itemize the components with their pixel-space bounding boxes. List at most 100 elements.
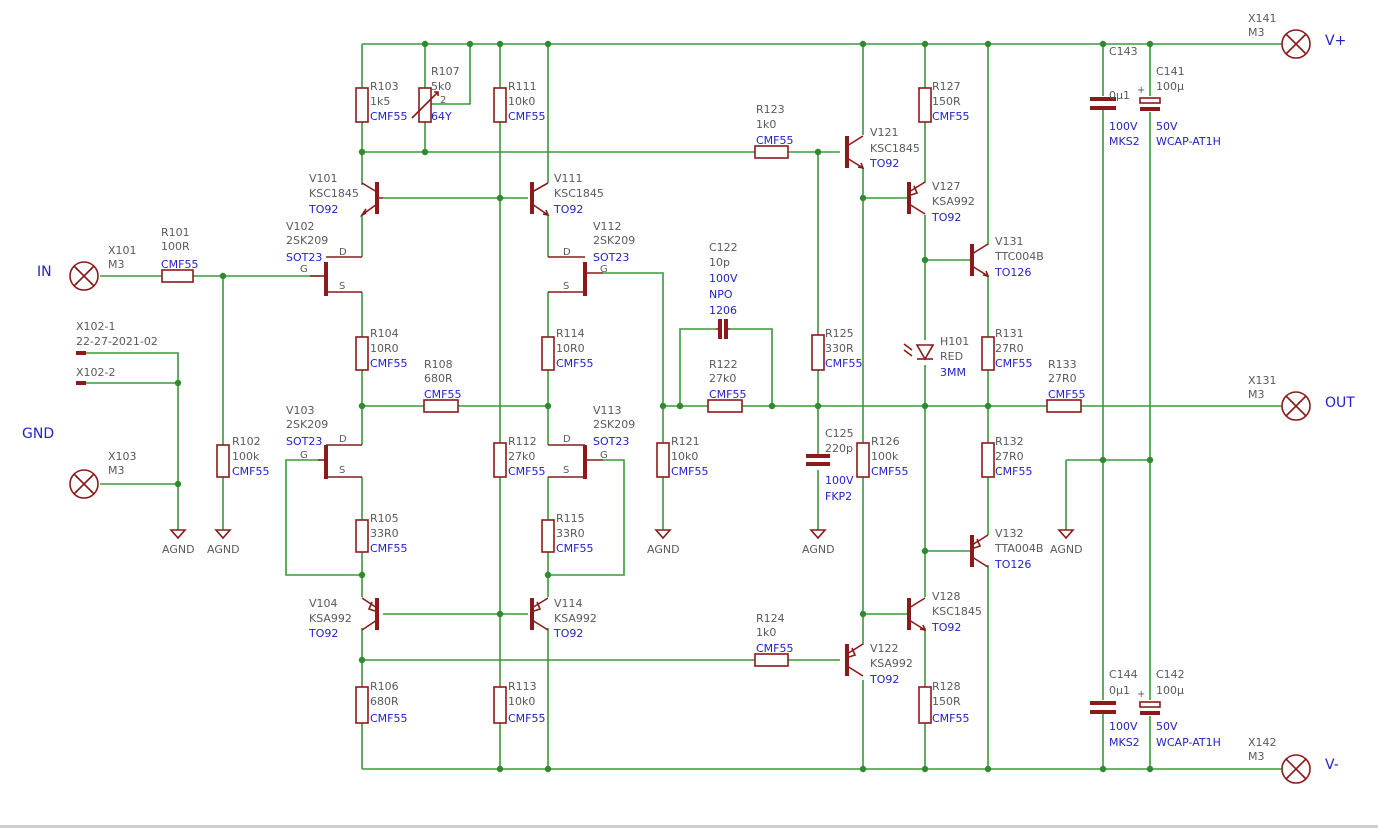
jfet-v113[interactable]: V113 2SK209 SOT23 D S G	[548, 404, 635, 479]
svg-text:V121: V121	[870, 126, 899, 139]
svg-text:150R: 150R	[932, 95, 961, 108]
resistor-r132[interactable]: R132 27R0 CMF55	[981, 435, 1033, 478]
svg-text:V112: V112	[593, 220, 622, 233]
svg-text:R128: R128	[932, 680, 961, 693]
resistor-r106[interactable]: R106 680R CMF55	[355, 680, 408, 725]
svg-text:C122: C122	[709, 241, 738, 254]
svg-text:FKP2: FKP2	[825, 490, 852, 503]
svg-text:100µ: 100µ	[1156, 684, 1184, 697]
svg-text:MKS2: MKS2	[1109, 736, 1140, 749]
svg-text:R124: R124	[756, 612, 785, 625]
svg-text:100k: 100k	[232, 450, 260, 463]
transistor-v111[interactable]: V111 KSC1845 TO92	[530, 172, 604, 217]
resistor-r127[interactable]: R127 150R CMF55	[918, 80, 970, 123]
resistor-r108[interactable]: R108 680R CMF55	[423, 358, 462, 413]
transistor-v121[interactable]: V121 KSC1845 TO92	[845, 126, 920, 170]
svg-text:C125: C125	[825, 427, 854, 440]
svg-text:V131: V131	[995, 235, 1024, 248]
svg-text:TO92: TO92	[869, 157, 899, 170]
resistor-r103[interactable]: R103 1k5 CMF55	[355, 80, 408, 123]
transistor-v122[interactable]: V122 KSA992 TO92	[845, 642, 913, 686]
capacitor-c143[interactable]: C143 0µ1 100V MKS2	[1090, 45, 1140, 148]
svg-text:NPO: NPO	[709, 288, 733, 301]
svg-text:G: G	[600, 450, 608, 461]
resistor-r111[interactable]: R111 10k0 CMF55	[493, 80, 546, 123]
svg-text:X103: X103	[108, 450, 137, 463]
svg-text:150R: 150R	[932, 695, 961, 708]
svg-text:WCAP-AT1H: WCAP-AT1H	[1156, 736, 1221, 749]
svg-text:AGND: AGND	[802, 543, 835, 556]
net-label-gnd: GND	[22, 426, 54, 442]
trimmer-r107[interactable]: R107 5k0 64Y 2	[411, 65, 460, 123]
svg-text:KSC1845: KSC1845	[554, 187, 604, 200]
transistor-v131[interactable]: V131 TTC004B TO126	[970, 235, 1044, 279]
transistor-v128[interactable]: V128 KSC1845 TO92	[907, 590, 982, 634]
resistor-r133[interactable]: R133 27R0 CMF55	[1046, 358, 1086, 413]
resistor-r125[interactable]: R125 330R CMF55	[811, 327, 863, 371]
led-h101[interactable]: H101 RED 3MM	[903, 335, 969, 379]
resistor-r115[interactable]: R115 33R0 CMF55	[541, 512, 594, 555]
connector-x142[interactable]: X142 M3	[1248, 736, 1311, 784]
svg-text:CMF55: CMF55	[370, 712, 408, 725]
svg-text:V103: V103	[286, 404, 315, 417]
svg-text:R107: R107	[431, 65, 460, 78]
svg-text:S: S	[339, 281, 345, 292]
resistor-r131[interactable]: R131 27R0 CMF55	[981, 327, 1033, 371]
svg-text:X101: X101	[108, 244, 137, 257]
connector-x103[interactable]: X103 M3	[69, 450, 137, 499]
svg-text:R105: R105	[370, 512, 399, 525]
jfet-v102[interactable]: V102 2SK209 SOT23 D S G	[286, 220, 362, 296]
capacitor-c122[interactable]: C122 10p 100V NPO 1206	[709, 241, 738, 339]
jfet-v103[interactable]: V103 2SK209 SOT23 D S G	[286, 404, 362, 479]
svg-text:CMF55: CMF55	[671, 465, 709, 478]
svg-text:SOT23: SOT23	[593, 251, 629, 264]
svg-text:TO126: TO126	[994, 266, 1031, 279]
svg-text:R101: R101	[161, 226, 190, 239]
svg-text:CMF55: CMF55	[932, 110, 970, 123]
transistor-v114[interactable]: V114 KSA992 TO92	[530, 597, 597, 640]
resistor-r121[interactable]: R121 10k0 CMF55	[656, 435, 709, 478]
svg-text:100V: 100V	[1109, 720, 1138, 733]
resistor-r114[interactable]: R114 10R0 CMF55	[541, 327, 594, 371]
resistor-r113[interactable]: R113 10k0 CMF55	[493, 680, 546, 725]
connector-x102[interactable]: X102-1 22-27-2021-02 X102-2	[76, 320, 158, 385]
svg-text:100V: 100V	[825, 474, 854, 487]
connector-x141[interactable]: X141 M3	[1248, 12, 1311, 59]
transistor-v127[interactable]: V127 KSA992 TO92	[907, 180, 975, 224]
resistor-r124[interactable]: R124 1k0 CMF55	[754, 612, 794, 667]
svg-text:CMF55: CMF55	[932, 712, 970, 725]
resistor-r128[interactable]: R128 150R CMF55	[918, 680, 970, 725]
svg-text:CMF55: CMF55	[995, 357, 1033, 370]
capacitor-c144[interactable]: C144 0µ1 100V MKS2	[1090, 668, 1140, 749]
svg-text:2SK209: 2SK209	[593, 234, 635, 247]
resistor-r105[interactable]: R105 33R0 CMF55	[355, 512, 408, 555]
resistor-r102[interactable]: R102 100k CMF55	[216, 435, 270, 478]
resistor-r123[interactable]: R123 1k0 CMF55	[754, 103, 794, 159]
resistor-r126[interactable]: R126 100k CMF55	[856, 435, 909, 478]
jfet-v112[interactable]: V112 2SK209 SOT23 D S G	[548, 220, 635, 296]
svg-text:CMF55: CMF55	[995, 465, 1033, 478]
svg-text:KSA992: KSA992	[932, 195, 975, 208]
transistor-v101[interactable]: V101 KSC1845 TO92	[308, 172, 383, 218]
connector-x101[interactable]: X101 M3	[69, 244, 137, 291]
transistor-v104[interactable]: V104 KSA992 TO92	[308, 597, 379, 640]
svg-text:V111: V111	[554, 172, 583, 185]
connector-x131[interactable]: X131 M3	[1248, 374, 1311, 421]
svg-text:RED: RED	[940, 350, 963, 363]
svg-text:R111: R111	[508, 80, 537, 93]
resistor-r101[interactable]: R101 100R CMF55	[161, 226, 199, 283]
svg-text:CMF55: CMF55	[370, 357, 408, 370]
svg-text:D: D	[339, 247, 347, 258]
svg-text:50V: 50V	[1156, 720, 1178, 733]
resistor-r112[interactable]: R112 27k0 CMF55	[493, 435, 546, 478]
transistor-v132[interactable]: V132 TTA004B TO126	[970, 527, 1043, 571]
ground-symbols: AGND AGND AGND AGND AGND	[162, 529, 1083, 556]
resistor-r122[interactable]: R122 27k0 CMF55	[707, 358, 747, 413]
svg-text:V127: V127	[932, 180, 961, 193]
svg-text:27R0: 27R0	[995, 450, 1024, 463]
svg-text:CMF55: CMF55	[370, 110, 408, 123]
resistor-r104[interactable]: R104 10R0 CMF55	[355, 327, 408, 371]
capacitor-c125[interactable]: C125 220p 100V FKP2	[806, 427, 854, 503]
svg-text:R133: R133	[1048, 358, 1077, 371]
svg-text:V101: V101	[309, 172, 338, 185]
